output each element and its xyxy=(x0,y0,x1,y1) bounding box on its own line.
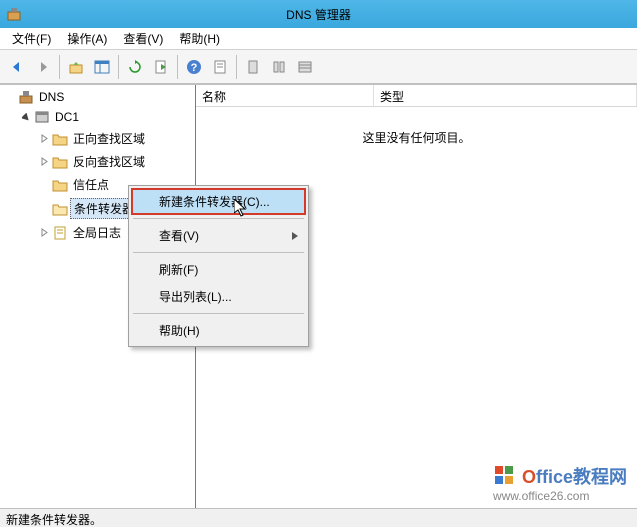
empty-message: 这里没有任何项目。 xyxy=(196,107,637,146)
expand-icon[interactable] xyxy=(38,156,50,168)
tree-server[interactable]: DC1 xyxy=(2,107,193,127)
statusbar: 新建条件转发器。 xyxy=(0,508,637,527)
column-type[interactable]: 类型 xyxy=(374,85,637,106)
separator xyxy=(133,218,304,219)
watermark-brand: Office教程网 xyxy=(493,463,627,489)
watermark: Office教程网 www.office26.com xyxy=(493,463,627,503)
separator xyxy=(177,55,178,79)
folder-icon xyxy=(52,154,68,170)
expand-icon[interactable] xyxy=(38,133,50,145)
collapse-icon[interactable] xyxy=(20,111,32,123)
ctx-help[interactable]: 帮助(H) xyxy=(131,317,306,344)
folder-icon xyxy=(52,177,68,193)
ctx-label: 查看(V) xyxy=(159,229,199,243)
ctx-new-conditional-forwarder[interactable]: 新建条件转发器(C)... xyxy=(131,188,306,215)
expander-spacer xyxy=(38,203,50,215)
tree-reverse-lookup[interactable]: 反向查找区域 xyxy=(2,150,193,173)
back-button[interactable] xyxy=(5,55,29,79)
expand-icon[interactable] xyxy=(38,227,50,239)
log-icon xyxy=(52,225,68,241)
content-area: DNS DC1 正向查找区域 反向查找区域 信任点 条件转发器 xyxy=(0,84,637,508)
menubar: 文件(F) 操作(A) 查看(V) 帮助(H) xyxy=(0,28,637,50)
dns-icon xyxy=(18,89,34,105)
list-header: 名称 类型 xyxy=(196,85,637,107)
tree-label: 全局日志 xyxy=(70,223,124,242)
separator xyxy=(133,252,304,253)
expander-icon[interactable] xyxy=(4,91,16,103)
watermark-url: www.office26.com xyxy=(493,489,627,503)
tree-forward-lookup[interactable]: 正向查找区域 xyxy=(2,127,193,150)
column-name[interactable]: 名称 xyxy=(196,85,374,106)
refresh-button[interactable] xyxy=(123,55,147,79)
icon-button-3[interactable] xyxy=(293,55,317,79)
ctx-view[interactable]: 查看(V) xyxy=(131,222,306,249)
toolbar: ? xyxy=(0,50,637,84)
context-menu: 新建条件转发器(C)... 查看(V) 刷新(F) 导出列表(L)... 帮助(… xyxy=(128,185,309,347)
ctx-export-list[interactable]: 导出列表(L)... xyxy=(131,283,306,310)
tree-label: DC1 xyxy=(52,109,82,125)
folder-icon xyxy=(52,131,68,147)
menu-help[interactable]: 帮助(H) xyxy=(171,28,228,49)
menu-action[interactable]: 操作(A) xyxy=(59,28,115,49)
tree-label: 反向查找区域 xyxy=(70,152,148,171)
show-hide-tree-button[interactable] xyxy=(90,55,114,79)
tree-label: DNS xyxy=(36,89,67,105)
titlebar: DNS 管理器 xyxy=(0,0,637,28)
tree-label: 信任点 xyxy=(70,175,112,194)
tree-label: 正向查找区域 xyxy=(70,129,148,148)
app-icon xyxy=(6,6,22,22)
submenu-arrow-icon xyxy=(292,232,298,240)
forward-button[interactable] xyxy=(31,55,55,79)
separator xyxy=(236,55,237,79)
expander-spacer xyxy=(38,179,50,191)
up-button[interactable] xyxy=(64,55,88,79)
icon-button-1[interactable] xyxy=(241,55,265,79)
menu-view[interactable]: 查看(V) xyxy=(115,28,171,49)
tree-root-dns[interactable]: DNS xyxy=(2,87,193,107)
separator xyxy=(133,313,304,314)
properties-button[interactable] xyxy=(208,55,232,79)
menu-file[interactable]: 文件(F) xyxy=(4,28,59,49)
server-icon xyxy=(34,109,50,125)
separator xyxy=(59,55,60,79)
ctx-refresh[interactable]: 刷新(F) xyxy=(131,256,306,283)
help-button[interactable]: ? xyxy=(182,55,206,79)
separator xyxy=(118,55,119,79)
export-button[interactable] xyxy=(149,55,173,79)
icon-button-2[interactable] xyxy=(267,55,291,79)
window-title: DNS 管理器 xyxy=(286,6,351,23)
folder-open-icon xyxy=(52,201,68,217)
svg-text:?: ? xyxy=(191,62,198,74)
